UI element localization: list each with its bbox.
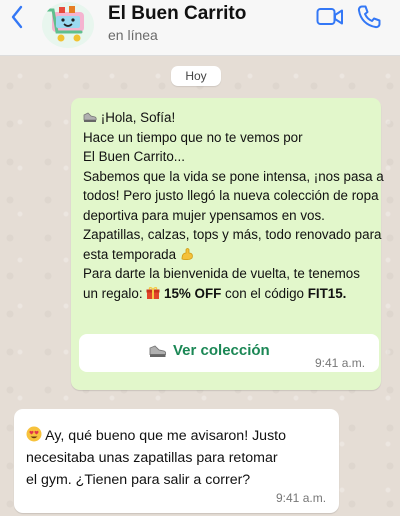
online-status: en línea (108, 27, 158, 43)
incoming-line-1: Ay, qué bueno que me avisaron! Justo (45, 428, 286, 444)
message-line: Hace un tiempo que no te vemos por (83, 129, 303, 145)
offer-prefix: un regalo: (83, 285, 147, 301)
sneaker-emoji-icon (149, 344, 167, 357)
back-button[interactable] (6, 2, 28, 32)
message-line: ¡Hola, Sofía! (83, 108, 375, 128)
heart-eyes-emoji-icon (26, 426, 42, 442)
message-line: Para darte la bienvenida de vuelta, te t… (83, 266, 360, 281)
incoming-message-bubble[interactable]: Ay, qué bueno que me avisaron! Justo nec… (14, 409, 339, 513)
message-text: ¡Hola, Sofía! Hace un tiempo que no te v… (83, 108, 384, 304)
voice-call-button[interactable] (356, 4, 382, 30)
message-line: el gym. ¿Tienen para salir a correr? (26, 472, 251, 488)
message-time: 9:41 a.m. (276, 491, 327, 505)
message-line: todos! Pero justo llegó la nueva colecci… (83, 188, 379, 203)
day-separator: Hoy (171, 66, 221, 86)
message-line: necesitaba unas zapatillas para retomar (26, 450, 278, 466)
discount-text: 15% OFF (164, 285, 222, 301)
promo-code: FIT15. (307, 285, 347, 301)
video-camera-icon (316, 8, 343, 25)
view-collection-label: Ver colección (173, 342, 270, 359)
sneaker-emoji-icon (83, 112, 97, 122)
view-collection-content: Ver colección (149, 342, 270, 359)
message-time: 9:41 a.m. (315, 356, 366, 370)
avatar[interactable] (42, 2, 94, 48)
season-text: esta temporada (83, 246, 177, 262)
message-line: Sabemos que la vida se pone intensa, ¡no… (83, 168, 384, 184)
flexed-biceps-emoji-icon (181, 247, 193, 260)
incoming-message-text: Ay, qué bueno que me avisaron! Justo nec… (26, 425, 331, 491)
video-call-button[interactable] (316, 6, 344, 28)
message-line: El Buen Carrito... (83, 149, 185, 164)
message-line: esta temporada (83, 245, 375, 265)
gift-emoji-icon (146, 286, 160, 299)
chat-area[interactable]: Hoy ¡Hola, Sofía! Hace un tiempo que no … (0, 56, 400, 516)
shopping-cart-logo-icon (45, 6, 84, 42)
offer-middle: con el código (225, 285, 308, 301)
message-line: Ay, qué bueno que me avisaron! Justo (26, 425, 331, 447)
message-line: Zapatillas, calzas, tops y más, todo ren… (83, 227, 382, 242)
contact-name[interactable]: El Buen Carrito (108, 3, 246, 25)
greeting-text: ¡Hola, Sofía! (100, 110, 176, 125)
chat-header: El Buen Carrito en línea (0, 0, 400, 56)
phone-icon (357, 5, 381, 29)
offer-line: un regalo: 15% OFF con el código FIT15. (83, 284, 375, 304)
message-line: deportiva para mujer ypensamos en vos. (83, 207, 325, 223)
outgoing-message-bubble[interactable]: ¡Hola, Sofía! Hace un tiempo que no te v… (71, 98, 384, 390)
chevron-left-icon (11, 5, 23, 29)
